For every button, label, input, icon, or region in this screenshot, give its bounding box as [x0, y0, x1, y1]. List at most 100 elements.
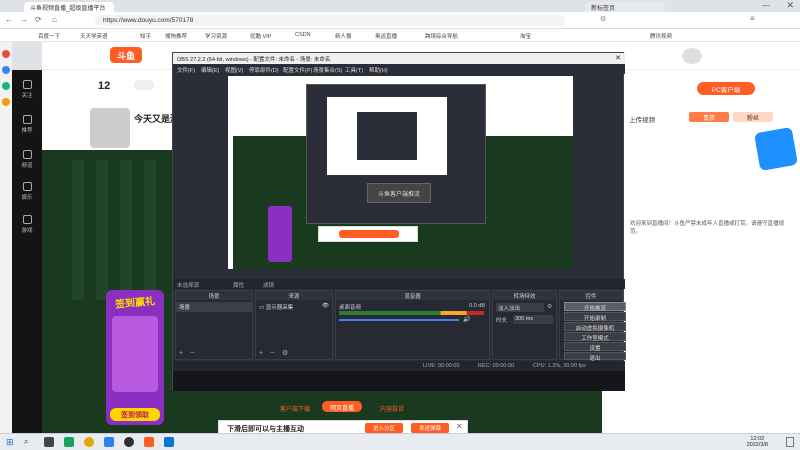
menu-tools[interactable]: 工具(T) [345, 66, 363, 74]
app-icon[interactable] [64, 437, 74, 447]
bookmark-item[interactable]: 优酷 VIP [250, 32, 271, 40]
app-icon[interactable] [2, 66, 10, 74]
app-icon[interactable] [2, 50, 10, 58]
monitor-icon: ▭ [259, 305, 266, 311]
studio-mode-button[interactable]: 工作室模式 [564, 332, 626, 342]
checkin-button[interactable]: 签到领取 [110, 408, 160, 421]
reload-icon[interactable]: ⟳ [35, 15, 42, 24]
virtual-camera-button[interactable]: 启动虚拟摄像机 [564, 322, 626, 332]
chat-panel: 上传视频 贵族 粉丝 欢迎来到直播间！斗鱼严禁未成年人直播或打赏，请遵守直播规范… [625, 110, 800, 433]
speaker-icon[interactable]: 🔊 [463, 316, 470, 323]
bottom-link[interactable]: 内容投诉 [380, 404, 404, 413]
bookmark-item[interactable]: 学习资源 [205, 32, 227, 40]
toggle-icon[interactable] [134, 80, 154, 90]
obs-window: OBS 27.2.2 (64-bit, windows) - 配置文件: 未命名… [172, 52, 626, 391]
sidebar-item-follow[interactable]: 关注 [12, 80, 42, 99]
nested-preview [327, 97, 447, 175]
app-icon[interactable] [104, 437, 114, 447]
close-icon[interactable]: ✕ [615, 54, 621, 62]
app-icon[interactable] [2, 82, 10, 90]
nested-caption: 斗鱼客户端推流 [367, 183, 431, 203]
home-icon[interactable]: ⌂ [52, 15, 57, 24]
duration-input[interactable]: 300 ms [513, 315, 553, 324]
bookmark-item[interactable]: 腾讯视频 [650, 32, 672, 40]
menu-profile[interactable]: 配置文件(P) [283, 66, 312, 74]
obs-bottom-strip [173, 371, 625, 391]
send-danmu-button[interactable]: 发送弹幕 [411, 423, 449, 433]
sidebar-item-entertainment[interactable]: 娱乐 [12, 182, 42, 201]
transition-select[interactable]: 淡入淡出 [496, 303, 544, 312]
bookmark-item[interactable]: 知乎 [140, 32, 151, 40]
settings-button[interactable]: 设置 [564, 342, 626, 352]
source-item[interactable]: ▭ 显示器采集 👁 [256, 302, 332, 312]
exit-button[interactable]: 退出 [564, 352, 626, 362]
sidebar-item-channel[interactable]: 频道 [12, 150, 42, 169]
eye-icon[interactable]: 👁 [322, 303, 329, 309]
enter-section-button[interactable]: 进入分区 [365, 423, 403, 433]
bookmark-item[interactable]: 新人报 [335, 32, 352, 40]
task-view-icon[interactable] [44, 437, 54, 447]
back-icon[interactable]: ← [5, 15, 13, 24]
gear-icon[interactable]: ⚙ [282, 349, 288, 357]
streamer-avatar[interactable] [90, 108, 130, 148]
douyu-logo[interactable]: 斗鱼 [110, 47, 142, 63]
obs-icon[interactable] [124, 437, 134, 447]
sidebar-label: 推荐 [21, 128, 33, 134]
clock[interactable]: 12:02 2022/3/8 [747, 436, 768, 448]
menu-edit[interactable]: 编辑(E) [201, 66, 219, 74]
avatar[interactable] [682, 48, 702, 64]
close-icon[interactable]: ✕ [786, 0, 794, 11]
bookmark-item[interactable]: 淘宝 [520, 32, 531, 40]
add-icon[interactable]: + [179, 350, 183, 357]
tab-bar: 斗鱼视频直播_超级直播平台 新标签页 — ✕ [0, 0, 800, 12]
obs-preview[interactable]: 斗鱼客户端推流 [228, 76, 573, 269]
volume-slider[interactable] [339, 319, 459, 321]
menu-scene-collection[interactable]: 场景集合(S) [313, 66, 342, 74]
minimize-icon[interactable]: — [762, 1, 770, 10]
start-icon[interactable]: ⊞ [6, 437, 14, 448]
tab-douyu[interactable]: 斗鱼视频直播_超级直播平台 [24, 2, 114, 12]
extension-icon[interactable]: ⚙ [600, 15, 606, 23]
properties-button[interactable]: 属性 [233, 281, 244, 289]
bookmark-item[interactable]: 天天学英语 [80, 32, 108, 40]
add-icon[interactable]: + [259, 350, 263, 357]
sidebar-label: 游戏 [21, 228, 33, 234]
start-recording-button[interactable]: 开始录制 [564, 312, 626, 322]
forward-icon[interactable]: → [20, 15, 28, 24]
bottom-link[interactable]: 客户端下载 [280, 404, 310, 413]
sources-dock: 来源 ▭ 显示器采集 👁 + − ⚙ [255, 290, 333, 360]
search-icon[interactable]: ⌕ [24, 437, 28, 447]
menu-icon[interactable]: ≡ [750, 14, 755, 23]
scene-item[interactable]: 场景 [176, 302, 252, 312]
menu-view[interactable]: 视图(V) [225, 66, 243, 74]
nested-obs-window: 斗鱼客户端推流 [306, 84, 486, 224]
app-icon[interactable] [144, 437, 154, 447]
start-streaming-button[interactable]: 开始推流 [564, 302, 626, 312]
checkin-promo[interactable]: 签到赢礼 签到领取 [106, 290, 164, 425]
filters-button[interactable]: 滤镜 [263, 281, 274, 289]
app-icon[interactable] [2, 98, 10, 106]
sidebar-item-recommend[interactable]: 推荐 [12, 115, 42, 134]
pc-client-button[interactable]: PC客户端 [697, 82, 755, 95]
remove-icon[interactable]: − [270, 350, 274, 357]
app-icon[interactable] [164, 437, 174, 447]
menu-docks[interactable]: 停靠部件(D) [249, 66, 279, 74]
chrome-icon[interactable] [84, 437, 94, 447]
bookmark-item[interactable]: 奥运直播 [375, 32, 397, 40]
close-icon[interactable]: ✕ [456, 422, 463, 431]
bookmark-item[interactable]: 搜狗推荐 [165, 32, 187, 40]
menu-file[interactable]: 文件(F) [177, 66, 195, 74]
url-input[interactable]: https://www.douyu.com/570178 [95, 15, 565, 26]
tab-new[interactable]: 新标签页 [585, 2, 665, 12]
gear-icon[interactable]: ⚙ [547, 303, 552, 310]
bookmark-item[interactable]: CSDN [295, 32, 311, 38]
notification-icon[interactable] [786, 437, 794, 447]
menu-help[interactable]: 帮助(H) [369, 66, 388, 74]
bottom-link[interactable]: 网页直播 [322, 401, 362, 412]
tab-fans[interactable]: 粉丝 [733, 112, 773, 122]
bookmark-item[interactable]: 百度一下 [38, 32, 60, 40]
sidebar-item-games[interactable]: 游戏 [12, 215, 42, 234]
remove-icon[interactable]: − [190, 350, 194, 357]
bookmark-item[interactable]: 跨境综合导航 [425, 32, 458, 40]
tab-nobility[interactable]: 贵族 [689, 112, 729, 122]
